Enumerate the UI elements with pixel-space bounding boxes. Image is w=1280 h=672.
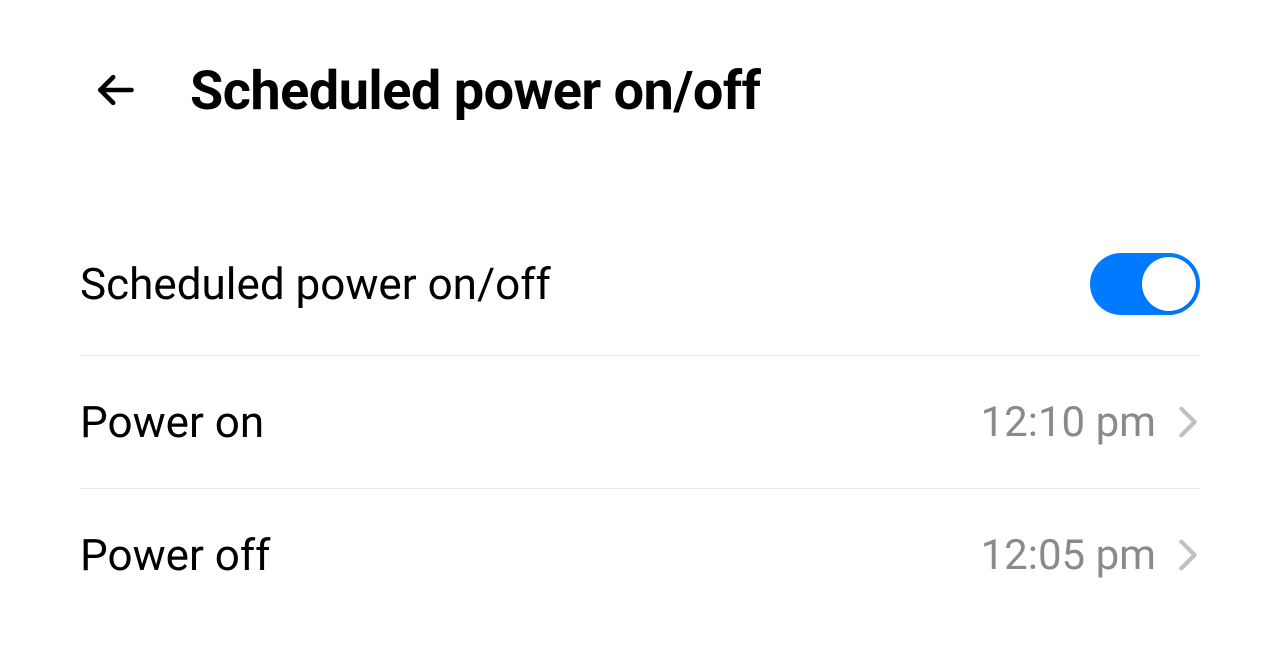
page-title: Scheduled power on/off	[190, 60, 761, 123]
settings-list: Scheduled power on/off Power on 12:10 pm…	[0, 163, 1280, 621]
master-toggle-row[interactable]: Scheduled power on/off	[80, 213, 1200, 356]
chevron-right-icon	[1176, 402, 1200, 442]
power-on-label: Power on	[80, 396, 264, 448]
power-off-value-group: 12:05 pm	[981, 531, 1200, 580]
toggle-knob	[1142, 257, 1196, 311]
master-toggle-switch[interactable]	[1090, 253, 1200, 315]
back-arrow-icon	[93, 68, 137, 116]
power-off-label: Power off	[80, 529, 270, 581]
power-on-value-group: 12:10 pm	[981, 398, 1200, 447]
power-on-value: 12:10 pm	[981, 398, 1156, 447]
master-toggle-label: Scheduled power on/off	[80, 258, 551, 310]
power-off-value: 12:05 pm	[981, 531, 1156, 580]
header: Scheduled power on/off	[0, 0, 1280, 163]
chevron-right-icon	[1176, 535, 1200, 575]
power-off-row[interactable]: Power off 12:05 pm	[80, 489, 1200, 621]
back-button[interactable]	[90, 67, 140, 117]
power-on-row[interactable]: Power on 12:10 pm	[80, 356, 1200, 489]
